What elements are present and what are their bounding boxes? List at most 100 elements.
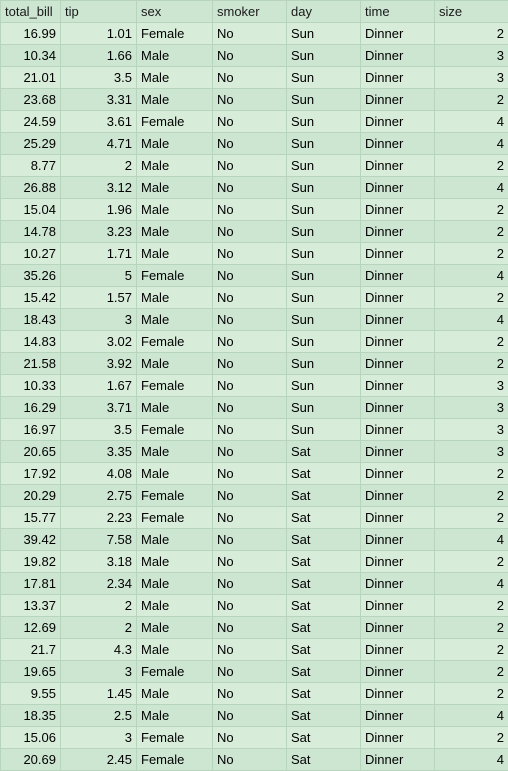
cell: No — [213, 221, 287, 243]
cell: 2.34 — [61, 573, 137, 595]
cell: Sun — [287, 221, 361, 243]
cell: 2 — [435, 463, 508, 485]
cell: 13.37 — [1, 595, 61, 617]
cell: No — [213, 89, 287, 111]
cell: 3.5 — [61, 419, 137, 441]
table-row: 26.883.12MaleNoSunDinner4 — [1, 177, 508, 199]
table-row: 8.772MaleNoSunDinner2 — [1, 155, 508, 177]
cell: Female — [137, 749, 213, 771]
cell: 4 — [435, 529, 508, 551]
cell: No — [213, 749, 287, 771]
cell: Male — [137, 243, 213, 265]
cell: Sun — [287, 155, 361, 177]
cell: No — [213, 573, 287, 595]
cell: 2 — [435, 331, 508, 353]
cell: 3 — [435, 419, 508, 441]
cell: Sun — [287, 133, 361, 155]
table-row: 16.293.71MaleNoSunDinner3 — [1, 397, 508, 419]
cell: 3.18 — [61, 551, 137, 573]
cell: Dinner — [361, 331, 435, 353]
cell: No — [213, 705, 287, 727]
cell: Sat — [287, 485, 361, 507]
cell: Male — [137, 133, 213, 155]
cell: Female — [137, 265, 213, 287]
cell: 12.69 — [1, 617, 61, 639]
cell: Sun — [287, 67, 361, 89]
cell: 4 — [435, 111, 508, 133]
table-row: 18.433MaleNoSunDinner4 — [1, 309, 508, 331]
cell: Dinner — [361, 45, 435, 67]
header-smoker: smoker — [213, 1, 287, 23]
cell: Female — [137, 419, 213, 441]
cell: Dinner — [361, 221, 435, 243]
cell: 26.88 — [1, 177, 61, 199]
cell: Male — [137, 441, 213, 463]
cell: Dinner — [361, 89, 435, 111]
cell: 21.01 — [1, 67, 61, 89]
cell: Sat — [287, 749, 361, 771]
cell: 2 — [61, 595, 137, 617]
cell: Dinner — [361, 683, 435, 705]
cell: 5 — [61, 265, 137, 287]
cell: Sat — [287, 683, 361, 705]
cell: 3.92 — [61, 353, 137, 375]
cell: Sun — [287, 309, 361, 331]
cell: Sun — [287, 287, 361, 309]
cell: No — [213, 485, 287, 507]
cell: Dinner — [361, 155, 435, 177]
cell: 19.82 — [1, 551, 61, 573]
cell: Sat — [287, 661, 361, 683]
table-row: 15.063FemaleNoSatDinner2 — [1, 727, 508, 749]
cell: No — [213, 397, 287, 419]
cell: 15.06 — [1, 727, 61, 749]
cell: 1.66 — [61, 45, 137, 67]
cell: 4.3 — [61, 639, 137, 661]
table-row: 14.833.02FemaleNoSunDinner2 — [1, 331, 508, 353]
table-row: 17.924.08MaleNoSatDinner2 — [1, 463, 508, 485]
cell: 3 — [435, 67, 508, 89]
cell: No — [213, 639, 287, 661]
cell: Dinner — [361, 441, 435, 463]
cell: 2 — [435, 507, 508, 529]
cell: 3.61 — [61, 111, 137, 133]
cell: Male — [137, 221, 213, 243]
cell: No — [213, 507, 287, 529]
cell: 16.99 — [1, 23, 61, 45]
cell: 4 — [435, 705, 508, 727]
cell: Sat — [287, 727, 361, 749]
cell: No — [213, 111, 287, 133]
cell: 3 — [435, 397, 508, 419]
cell: 18.35 — [1, 705, 61, 727]
table-row: 39.427.58MaleNoSatDinner4 — [1, 529, 508, 551]
cell: Dinner — [361, 595, 435, 617]
cell: No — [213, 331, 287, 353]
cell: 3.31 — [61, 89, 137, 111]
cell: No — [213, 67, 287, 89]
header-total-bill: total_bill — [1, 1, 61, 23]
table-row: 16.973.5FemaleNoSunDinner3 — [1, 419, 508, 441]
cell: 1.01 — [61, 23, 137, 45]
cell: 3 — [61, 309, 137, 331]
header-size: size — [435, 1, 508, 23]
cell: 3 — [435, 45, 508, 67]
cell: 23.68 — [1, 89, 61, 111]
table-row: 20.653.35MaleNoSatDinner3 — [1, 441, 508, 463]
cell: Male — [137, 529, 213, 551]
cell: 4 — [435, 133, 508, 155]
cell: 4 — [435, 573, 508, 595]
cell: 3.02 — [61, 331, 137, 353]
cell: 2 — [435, 287, 508, 309]
cell: Sun — [287, 353, 361, 375]
cell: Dinner — [361, 67, 435, 89]
cell: Sun — [287, 177, 361, 199]
cell: No — [213, 419, 287, 441]
cell: Male — [137, 45, 213, 67]
table-row: 16.991.01FemaleNoSunDinner2 — [1, 23, 508, 45]
cell: No — [213, 463, 287, 485]
cell: No — [213, 375, 287, 397]
cell: No — [213, 177, 287, 199]
cell: 2 — [435, 661, 508, 683]
cell: No — [213, 551, 287, 573]
cell: Sun — [287, 397, 361, 419]
cell: Dinner — [361, 463, 435, 485]
